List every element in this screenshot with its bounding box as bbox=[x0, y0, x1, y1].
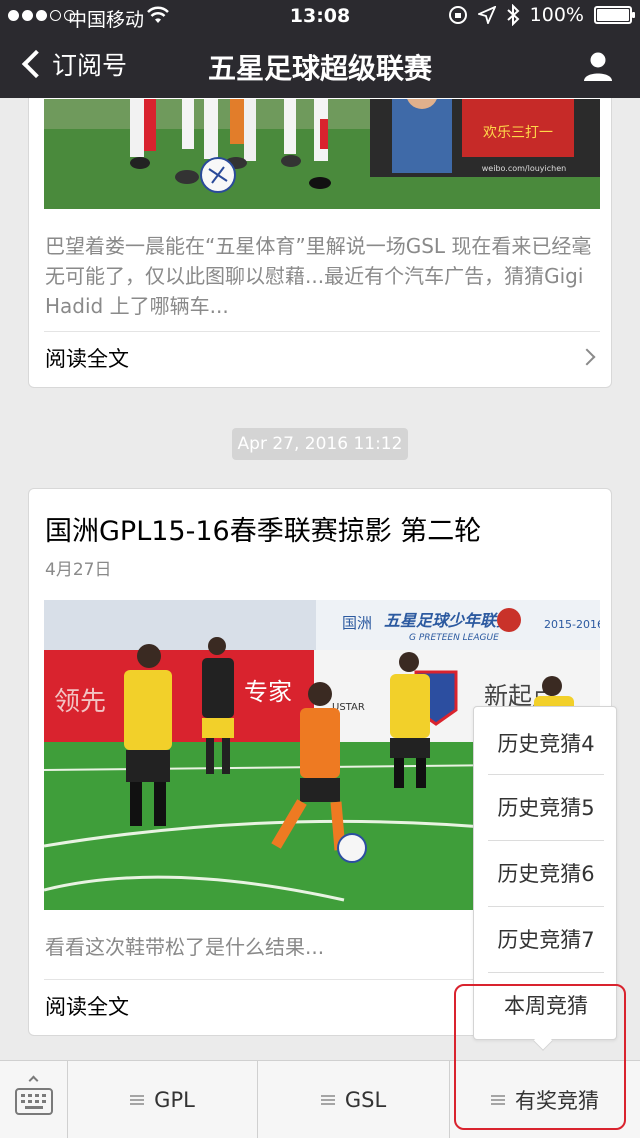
menu-icon bbox=[320, 1095, 335, 1105]
keyboard-toggle-button[interactable] bbox=[0, 1061, 68, 1138]
battery-percent: 100% bbox=[529, 4, 584, 26]
menu-item-history-4[interactable]: 历史竞猜4 bbox=[474, 711, 618, 777]
board-text: 专家 bbox=[244, 678, 292, 706]
tab-label: GSL bbox=[344, 1088, 387, 1112]
read-more-link[interactable]: 阅读全文 bbox=[45, 343, 129, 373]
chevron-right-icon bbox=[578, 348, 596, 366]
menu-icon bbox=[130, 1095, 145, 1105]
rotation-lock-icon bbox=[448, 6, 467, 24]
banner-text: G PRETEEN LEAGUE bbox=[409, 633, 499, 643]
article-photo[interactable]: 欢乐三打一 weibo.com/louyichen bbox=[44, 99, 600, 209]
location-icon bbox=[477, 6, 496, 24]
tab-gpl[interactable]: GPL bbox=[68, 1061, 258, 1138]
divider bbox=[44, 331, 600, 332]
board-text: 领先 bbox=[54, 687, 106, 717]
article-date: 4月27日 bbox=[45, 560, 112, 580]
battery-icon bbox=[594, 6, 635, 24]
menu-item-history-6[interactable]: 历史竞猜6 bbox=[474, 841, 618, 907]
banner-text: 2015-2016 bbox=[544, 618, 600, 631]
highlight-box bbox=[454, 984, 626, 1130]
tab-label: GPL bbox=[154, 1088, 195, 1112]
navigation-bar: 订阅号 五星足球超级联赛 bbox=[0, 32, 640, 98]
photo-caption: 欢乐三打一 bbox=[483, 124, 553, 141]
banner-text: 国洲 bbox=[342, 614, 372, 632]
keyboard-icon bbox=[15, 1088, 53, 1115]
tab-gsl[interactable]: GSL bbox=[258, 1061, 450, 1138]
article-title[interactable]: 国洲GPL15-16春季联赛掠影 第二轮 bbox=[45, 509, 481, 548]
page-title: 五星足球超级联赛 bbox=[207, 52, 432, 85]
top-bar: 中国移动 13:08 100% 订阅号 五星足球超级联赛 bbox=[0, 0, 640, 98]
chevron-up-icon bbox=[28, 1075, 39, 1086]
read-more-link[interactable]: 阅读全文 bbox=[45, 991, 129, 1021]
article-card[interactable]: 欢乐三打一 weibo.com/louyichen 巴望着娄一晨能在“五星体育”… bbox=[28, 60, 612, 388]
message-timestamp: Apr 27, 2016 11:12 bbox=[232, 428, 408, 460]
menu-item-history-7[interactable]: 历史竞猜7 bbox=[474, 907, 618, 973]
article-excerpt: 巴望着娄一晨能在“五星体育”里解说一场GSL 现在看来已经毫无可能了，仅以此图聊… bbox=[45, 234, 592, 318]
profile-icon[interactable] bbox=[582, 50, 614, 82]
status-bar: 中国移动 13:08 100% bbox=[0, 0, 640, 32]
photo-watermark: weibo.com/louyichen bbox=[482, 164, 566, 173]
menu-item-history-5[interactable]: 历史竞猜5 bbox=[474, 775, 618, 841]
banner-text: 五星足球少年联赛 bbox=[384, 611, 515, 630]
bluetooth-icon bbox=[507, 4, 520, 26]
